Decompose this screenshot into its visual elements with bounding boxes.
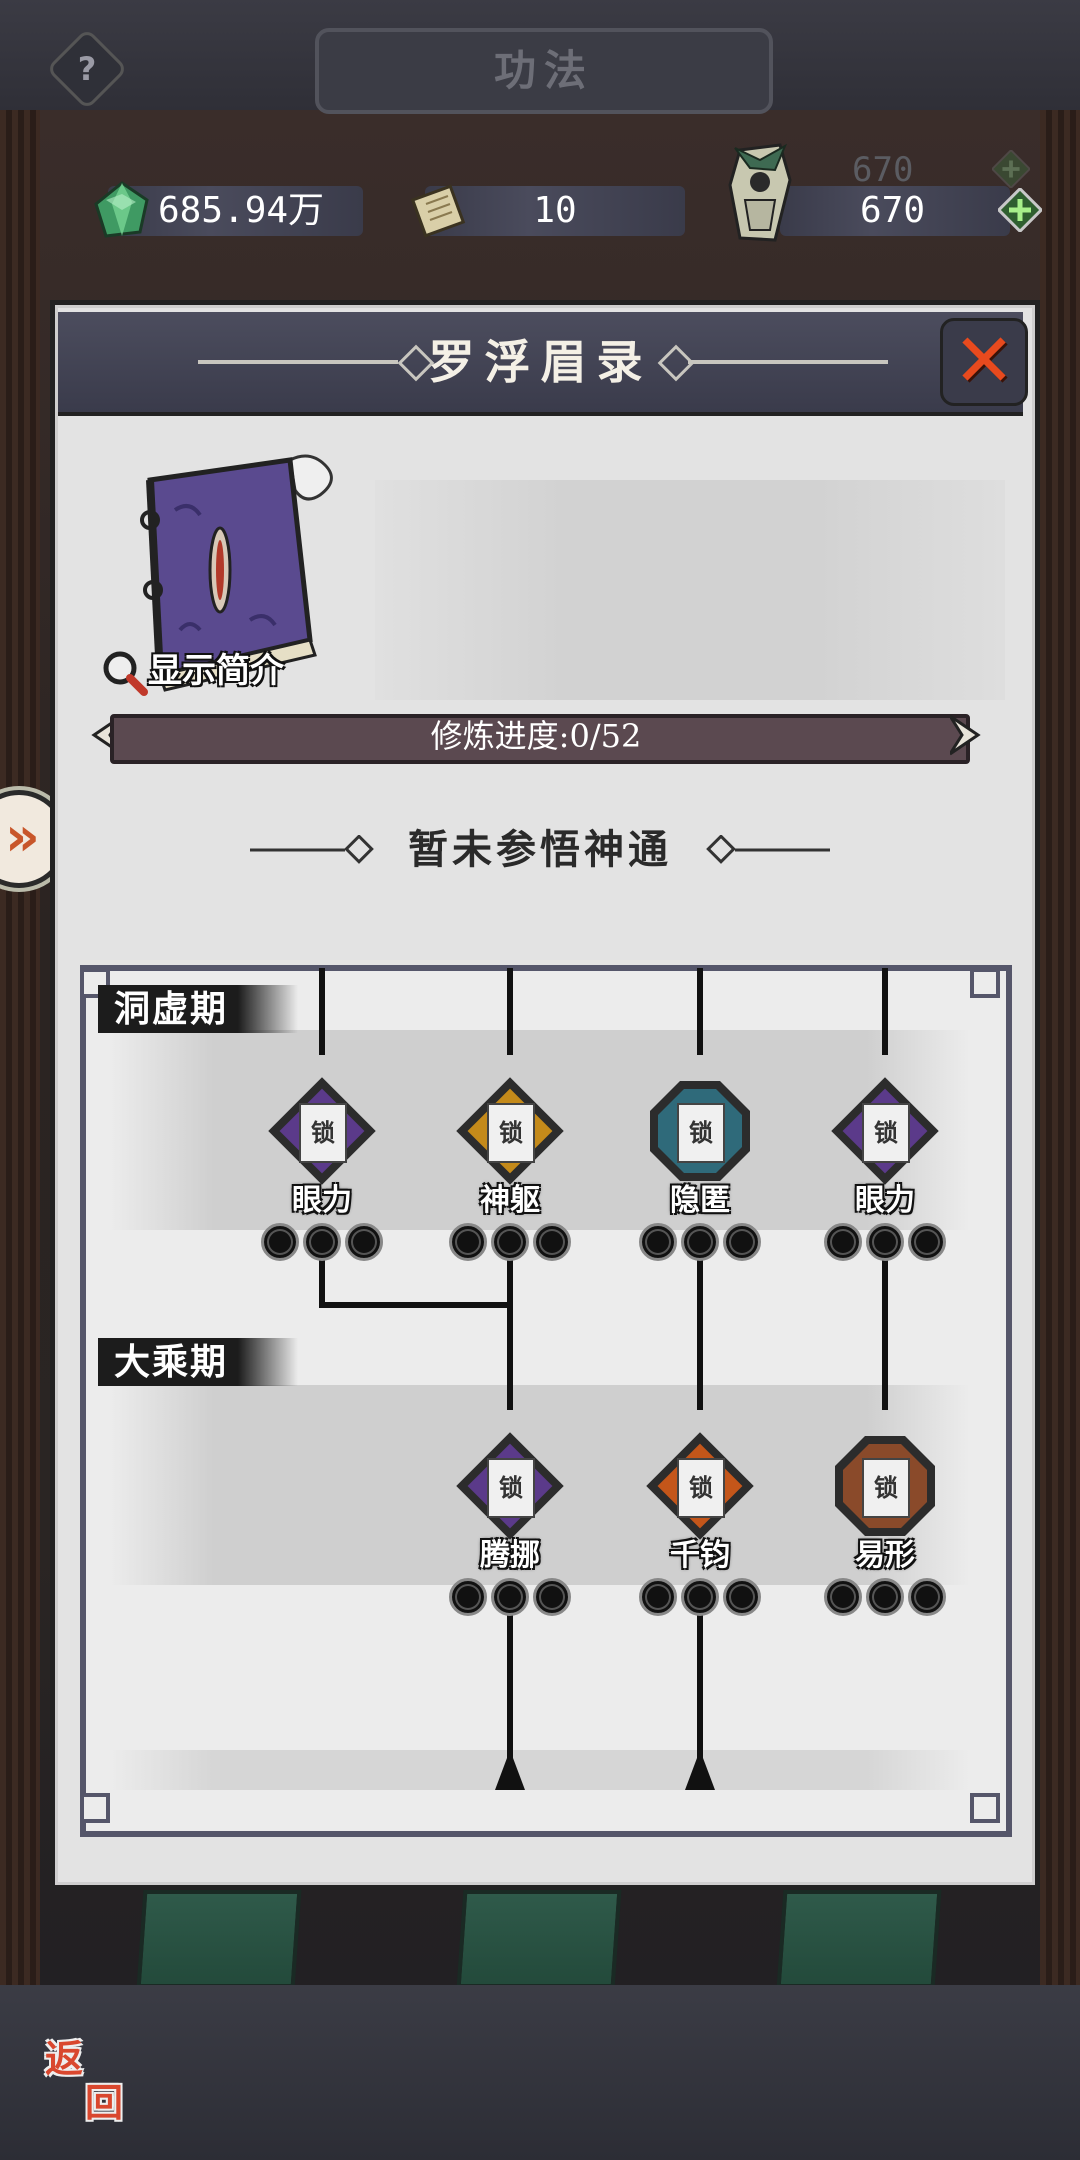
show-intro-button[interactable]: 显示简介 (100, 642, 320, 700)
scroll-value: 10 (533, 190, 577, 231)
bottom-book (136, 1890, 302, 1988)
lock-tag: 锁 (487, 1103, 535, 1163)
level-dot (261, 1223, 299, 1261)
skill-name: 易形 (855, 1538, 915, 1573)
panel-header: 罗浮眉录 (58, 312, 1023, 416)
level-dot (681, 1578, 719, 1616)
left-curtain (0, 110, 40, 2010)
level-dot (824, 1223, 862, 1261)
subtitle-ornament-right (706, 835, 830, 864)
level-dot (491, 1578, 529, 1616)
stage-label-void: 洞虚期 (98, 985, 298, 1033)
stamina-counter: 670 (780, 186, 1010, 236)
level-dot (723, 1223, 761, 1261)
lock-tag: 锁 (677, 1103, 725, 1163)
skill-name: 千钧 (670, 1538, 730, 1573)
level-dot (449, 1578, 487, 1616)
figure-icon (728, 143, 792, 242)
level-dot (824, 1578, 862, 1616)
return-button[interactable]: 返 回 (35, 2020, 145, 2130)
level-dot (866, 1223, 904, 1261)
level-dot (533, 1578, 571, 1616)
tree-corner (970, 1793, 1000, 1823)
skill-level-dots (824, 1223, 946, 1261)
skill-node[interactable]: 锁 腾挪 (435, 1430, 585, 1620)
skill-node[interactable]: 锁 易形 (810, 1430, 960, 1620)
green-gem-icon (94, 181, 149, 238)
add-stamina-button[interactable] (998, 188, 1042, 232)
double-chevron-right-icon: » (5, 805, 40, 868)
skill-node[interactable]: 锁 隐匿 (625, 1075, 775, 1265)
skill-node[interactable]: 锁 神躯 (435, 1075, 585, 1265)
level-dot (908, 1223, 946, 1261)
stamina-value: 670 (860, 190, 926, 231)
plus-icon (992, 150, 1030, 188)
stage-label-text: 洞虚期 (114, 988, 229, 1030)
close-x-icon: ✕ (952, 318, 1015, 404)
scroll-icon (410, 184, 466, 238)
bottom-book (456, 1890, 622, 1988)
header-ornament-line (688, 360, 888, 364)
tree-corner (80, 1793, 110, 1823)
page-title-plate: 功法 (315, 28, 773, 114)
close-button[interactable]: ✕ (940, 318, 1028, 406)
skill-level-dots (824, 1578, 946, 1616)
subtitle-row: 暂未参悟神通 (250, 815, 830, 885)
skill-level-dots (639, 1578, 761, 1616)
tree-corner (970, 968, 1000, 998)
stamina-ghost-value: 670 (852, 150, 914, 190)
skill-node[interactable]: 锁 眼力 (810, 1075, 960, 1265)
skill-level-dots (449, 1578, 571, 1616)
skill-level-dots (639, 1223, 761, 1261)
progress-end-ornament (950, 714, 981, 756)
stage-label-mahayana: 大乘期 (98, 1338, 298, 1386)
level-dot (449, 1223, 487, 1261)
level-dot (639, 1578, 677, 1616)
level-dot (866, 1578, 904, 1616)
spirit-stone-value: 685.94万 (158, 190, 325, 231)
skill-node[interactable]: 锁 千钧 (625, 1430, 775, 1620)
level-dot (345, 1223, 383, 1261)
lock-tag: 锁 (862, 1458, 910, 1518)
skill-name: 眼力 (855, 1183, 915, 1218)
skill-level-dots (261, 1223, 383, 1261)
lock-tag: 锁 (299, 1103, 347, 1163)
stage-label-text: 大乘期 (114, 1341, 229, 1383)
skill-name: 隐匿 (670, 1183, 730, 1218)
lock-tag: 锁 (862, 1103, 910, 1163)
level-dot (491, 1223, 529, 1261)
skill-level-dots (449, 1223, 571, 1261)
progress-text: 修炼进度:0/52 (430, 717, 642, 755)
right-curtain (1040, 110, 1080, 2010)
page-title: 功法 (493, 46, 594, 95)
skill-name: 神躯 (480, 1183, 540, 1218)
description-area (375, 480, 1005, 700)
cultivation-progress-bar: 修炼进度:0/52 (86, 710, 986, 764)
return-label: 回 (85, 2080, 124, 2125)
level-dot (639, 1223, 677, 1261)
level-dot (303, 1223, 341, 1261)
return-label: 返 (45, 2036, 84, 2081)
skill-name: 眼力 (292, 1183, 352, 1218)
skill-node[interactable]: 锁 眼力 (247, 1075, 397, 1265)
bottom-bar (0, 1985, 1080, 2160)
level-dot (533, 1223, 571, 1261)
level-dot (723, 1578, 761, 1616)
show-intro-label: 显示简介 (148, 651, 284, 691)
help-glyph: ? (77, 50, 97, 88)
bottom-book (776, 1890, 942, 1988)
magnifier-icon (103, 651, 148, 696)
level-dot (908, 1578, 946, 1616)
skill-name: 腾挪 (480, 1538, 540, 1573)
level-dot (681, 1223, 719, 1261)
lock-tag: 锁 (487, 1458, 535, 1518)
stage-band-3 (110, 1750, 970, 1790)
lock-tag: 锁 (677, 1458, 725, 1518)
